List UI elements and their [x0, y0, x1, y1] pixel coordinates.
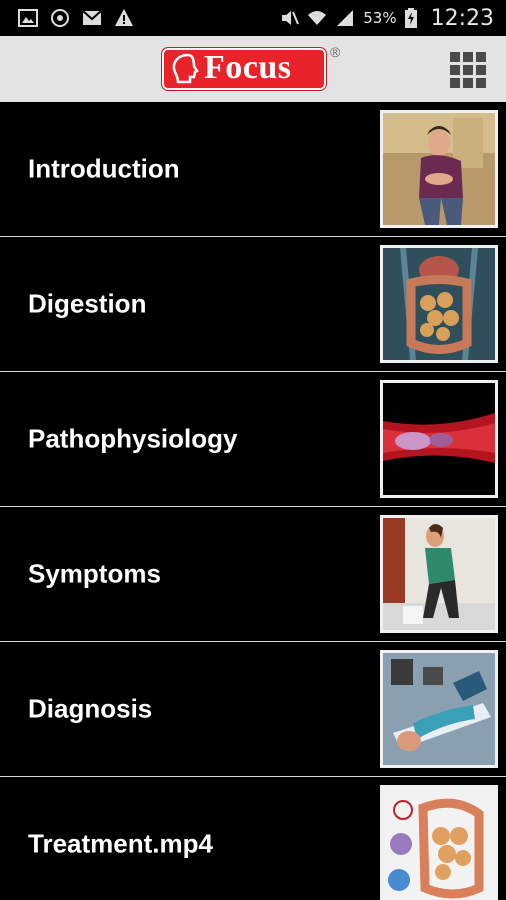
list-item[interactable]: Symptoms	[0, 507, 506, 642]
list-item-label: Diagnosis	[28, 693, 153, 724]
man-holding-stomach-image	[383, 113, 495, 225]
thumbnail-image	[380, 245, 498, 363]
thumbnail-image	[380, 515, 498, 633]
email-icon	[82, 10, 102, 25]
thumbnail-image	[380, 785, 498, 900]
list-item[interactable]: Digestion	[0, 237, 506, 372]
clock: 12:23	[430, 5, 494, 31]
list-item-label: Treatment.mp4	[28, 828, 213, 859]
intestine-anatomy-image	[383, 248, 495, 360]
patient-colonoscopy-image	[383, 653, 495, 765]
focus-logo: Focus ®	[162, 44, 344, 92]
list-item-label: Introduction	[28, 153, 180, 184]
signal-icon	[337, 10, 354, 26]
status-bar: 53% 12:23	[0, 0, 506, 36]
woman-toilet-image	[383, 518, 495, 630]
list-item[interactable]: Pathophysiology	[0, 372, 506, 507]
list-item[interactable]: Treatment.mp4	[0, 777, 506, 900]
mute-icon	[282, 11, 300, 25]
list-item[interactable]: Introduction	[0, 102, 506, 237]
chapter-list: Introduction Digestion Pathophysiology S…	[0, 102, 506, 900]
intestinal-wall-image	[383, 383, 495, 495]
gallery-icon	[18, 9, 38, 27]
head-profile-icon	[172, 53, 199, 84]
grid-icon[interactable]	[450, 52, 486, 88]
list-item[interactable]: Diagnosis	[0, 642, 506, 777]
intestine-treatment-image	[383, 788, 495, 900]
battery-charging-icon	[404, 8, 417, 28]
thumbnail-image	[380, 380, 498, 498]
logo-text: Focus	[204, 49, 292, 86]
battery-percent: 53%	[363, 9, 397, 27]
wifi-icon	[308, 11, 327, 25]
thumbnail-image	[380, 650, 498, 768]
list-item-label: Symptoms	[28, 558, 161, 589]
system-icons: 53% 12:23	[279, 4, 494, 32]
registered-mark: ®	[330, 44, 341, 60]
list-item-label: Digestion	[28, 288, 147, 319]
thumbnail-image	[380, 110, 498, 228]
app-header: Focus ®	[0, 36, 506, 102]
warning-icon	[115, 9, 133, 26]
notification-icons	[18, 8, 134, 28]
sync-icon	[51, 9, 69, 27]
list-item-label: Pathophysiology	[28, 423, 238, 454]
